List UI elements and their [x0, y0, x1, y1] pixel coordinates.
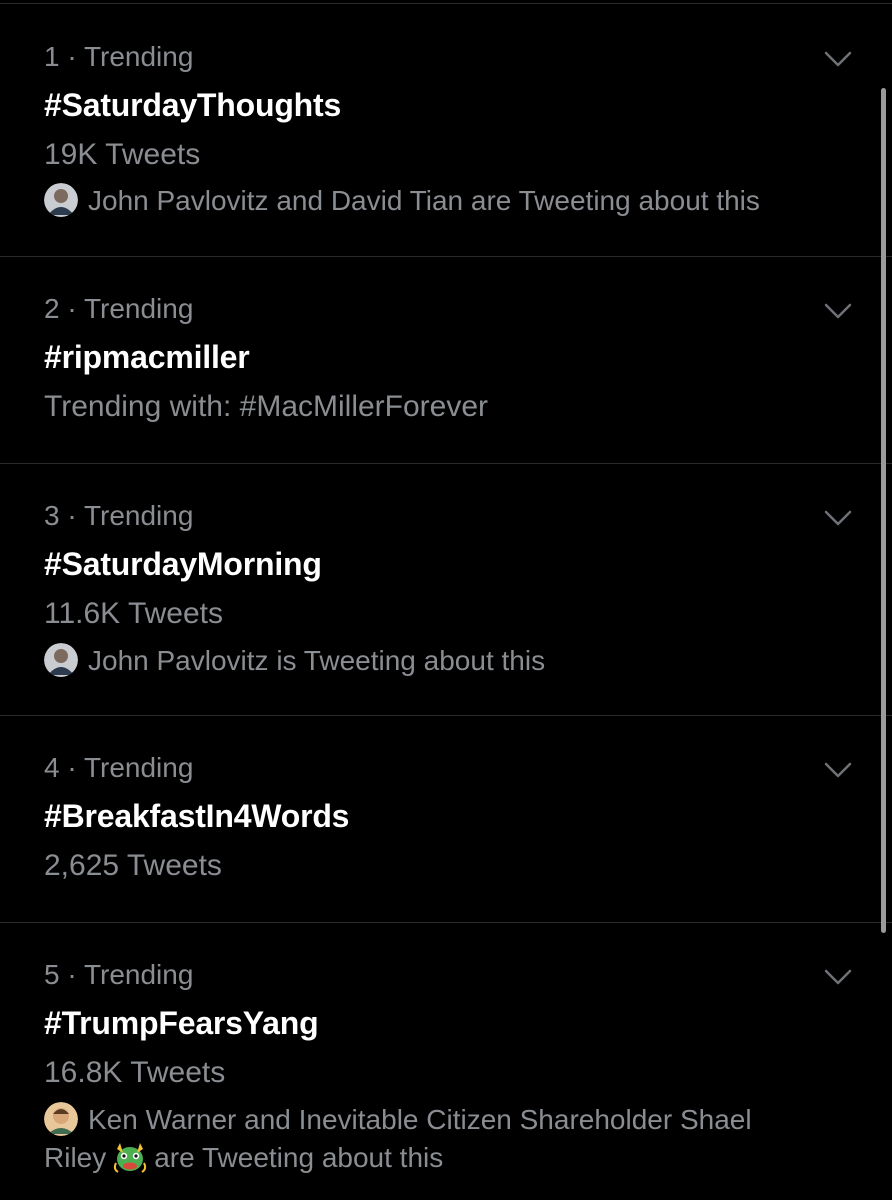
trend-rank-label: 5 · Trending — [44, 959, 194, 990]
chevron-down-icon[interactable] — [824, 302, 852, 320]
trend-context-text: John Pavlovitz and David Tian are Tweeti… — [88, 185, 760, 216]
trend-rank-label: 3 · Trending — [44, 500, 194, 531]
trend-trending-with: Trending with: #MacMillerForever — [44, 390, 489, 423]
trend-tweet-count: 16.8K Tweets — [44, 1056, 226, 1089]
trend-rank-label: 2 · Trending — [44, 293, 194, 324]
chevron-down-icon[interactable] — [824, 761, 852, 779]
trend-context: Ken Warner and Inevitable Citizen Shareh… — [44, 1101, 852, 1177]
avatar — [44, 1102, 78, 1136]
trend-context-text-1: Ken Warner and Inevitable Citizen Shareh… — [88, 1104, 752, 1135]
trend-item-4[interactable]: 4 · Trending #BreakfastIn4Words 2,625 Tw… — [0, 716, 892, 923]
trend-tweet-count: 2,625 Tweets — [44, 849, 222, 882]
scrollbar[interactable] — [881, 88, 886, 933]
trend-context: John Pavlovitz is Tweeting about this — [44, 642, 852, 680]
trend-item-1[interactable]: 1 · Trending #SaturdayThoughts 19K Tweet… — [0, 4, 892, 257]
trend-item-5[interactable]: 5 · Trending #TrumpFearsYang 16.8K Tweet… — [0, 923, 892, 1200]
avatar — [44, 643, 78, 677]
chevron-down-icon[interactable] — [824, 968, 852, 986]
trend-hashtag[interactable]: #TrumpFearsYang — [44, 1004, 319, 1042]
trend-tweet-count: 11.6K Tweets — [44, 597, 224, 630]
trend-hashtag[interactable]: #SaturdayThoughts — [44, 86, 341, 124]
trend-context-text-2: Riley — [44, 1142, 107, 1173]
trend-tweet-count: 19K Tweets — [44, 138, 201, 171]
trend-rank-label: 4 · Trending — [44, 752, 194, 783]
trend-rank-label: 1 · Trending — [44, 41, 194, 72]
trend-context-text: John Pavlovitz is Tweeting about this — [88, 645, 546, 676]
trend-item-3[interactable]: 3 · Trending #SaturdayMorning 11.6K Twee… — [0, 464, 892, 716]
trend-hashtag[interactable]: #BreakfastIn4Words — [44, 797, 349, 835]
trend-context: John Pavlovitz and David Tian are Tweeti… — [44, 182, 852, 220]
trend-context-text-3: are Tweeting about this — [154, 1142, 444, 1173]
dragon-face-emoji-icon — [112, 1139, 148, 1175]
trend-hashtag[interactable]: #ripmacmiller — [44, 338, 250, 376]
trend-item-2[interactable]: 2 · Trending #ripmacmiller Trending with… — [0, 257, 892, 464]
trend-hashtag[interactable]: #SaturdayMorning — [44, 545, 322, 583]
avatar — [44, 183, 78, 217]
chevron-down-icon[interactable] — [824, 50, 852, 68]
chevron-down-icon[interactable] — [824, 509, 852, 527]
